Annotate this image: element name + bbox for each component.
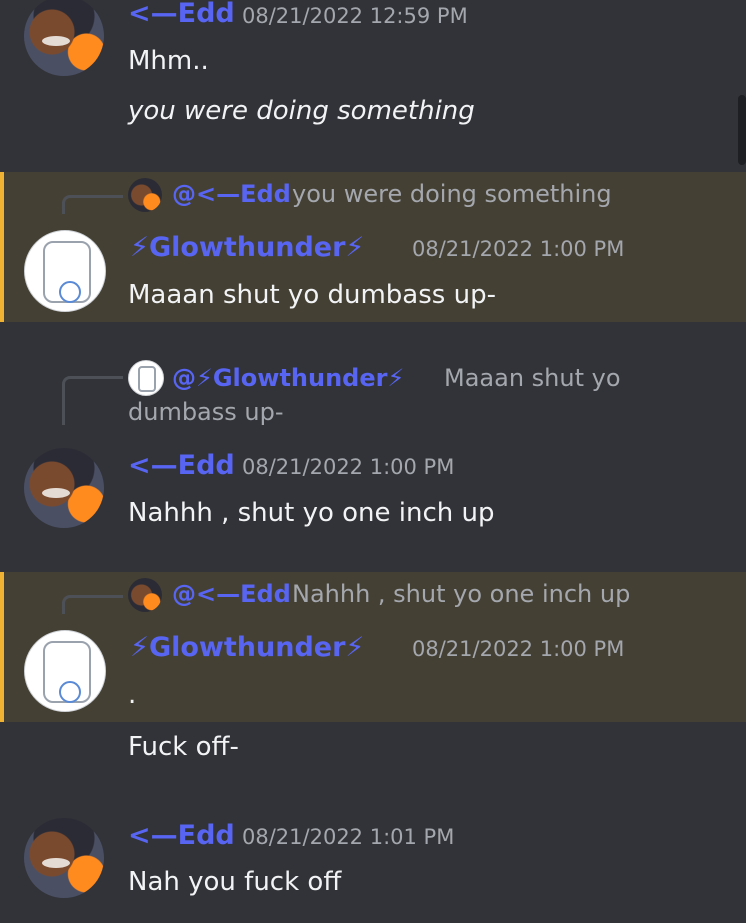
reply-avatar[interactable] [128, 578, 162, 612]
mention-highlight-bar [0, 572, 4, 722]
message-text: Fuck off- [128, 732, 239, 762]
reply-mention[interactable]: @⚡Glowthunder⚡ [172, 364, 404, 392]
reply-avatar[interactable] [128, 178, 162, 212]
reply-connector [62, 595, 123, 614]
message-text: Maaan shut yo dumbass up- [128, 280, 496, 310]
message-text: Mhm.. [128, 46, 209, 76]
message-author[interactable]: <—Edd [128, 820, 235, 851]
message-author[interactable]: ⚡Glowthunder⚡ [130, 232, 364, 263]
reply-preview[interactable]: Nahhh , shut yo one inch up [292, 580, 630, 608]
avatar-glowthunder[interactable] [24, 230, 106, 312]
avatar-edd[interactable] [24, 448, 104, 528]
message-text: Nah you fuck off [128, 867, 342, 897]
message-timestamp: 08/21/2022 1:01 PM [242, 825, 455, 849]
reply-mention[interactable]: @<—Edd [172, 580, 291, 608]
reply-preview-continued[interactable]: dumbass up- [128, 398, 284, 426]
message-text: Nahhh , shut yo one inch up [128, 498, 495, 528]
avatar-edd[interactable] [24, 818, 104, 898]
message-timestamp: 08/21/2022 12:59 PM [242, 4, 468, 28]
message-timestamp: 08/21/2022 1:00 PM [412, 637, 625, 661]
message-text: . [128, 680, 137, 710]
avatar-glowthunder[interactable] [24, 630, 106, 712]
reply-preview[interactable]: you were doing something [292, 180, 612, 208]
message-text: you were doing something [128, 96, 475, 126]
avatar-edd[interactable] [24, 0, 104, 76]
message-author[interactable]: <—Edd [128, 450, 235, 481]
reply-mention[interactable]: @<—Edd [172, 180, 291, 208]
message-timestamp: 08/21/2022 1:00 PM [412, 237, 625, 261]
scrollbar[interactable] [738, 95, 746, 165]
message-timestamp: 08/21/2022 1:00 PM [242, 455, 455, 479]
reply-avatar[interactable] [128, 360, 164, 396]
mention-highlight-bar [0, 172, 4, 322]
message-author[interactable]: ⚡Glowthunder⚡ [130, 632, 364, 663]
reply-preview[interactable]: Maaan shut yo [444, 364, 621, 392]
reply-connector [62, 195, 123, 214]
message-author[interactable]: <—Edd [128, 0, 235, 29]
reply-connector [62, 376, 123, 425]
